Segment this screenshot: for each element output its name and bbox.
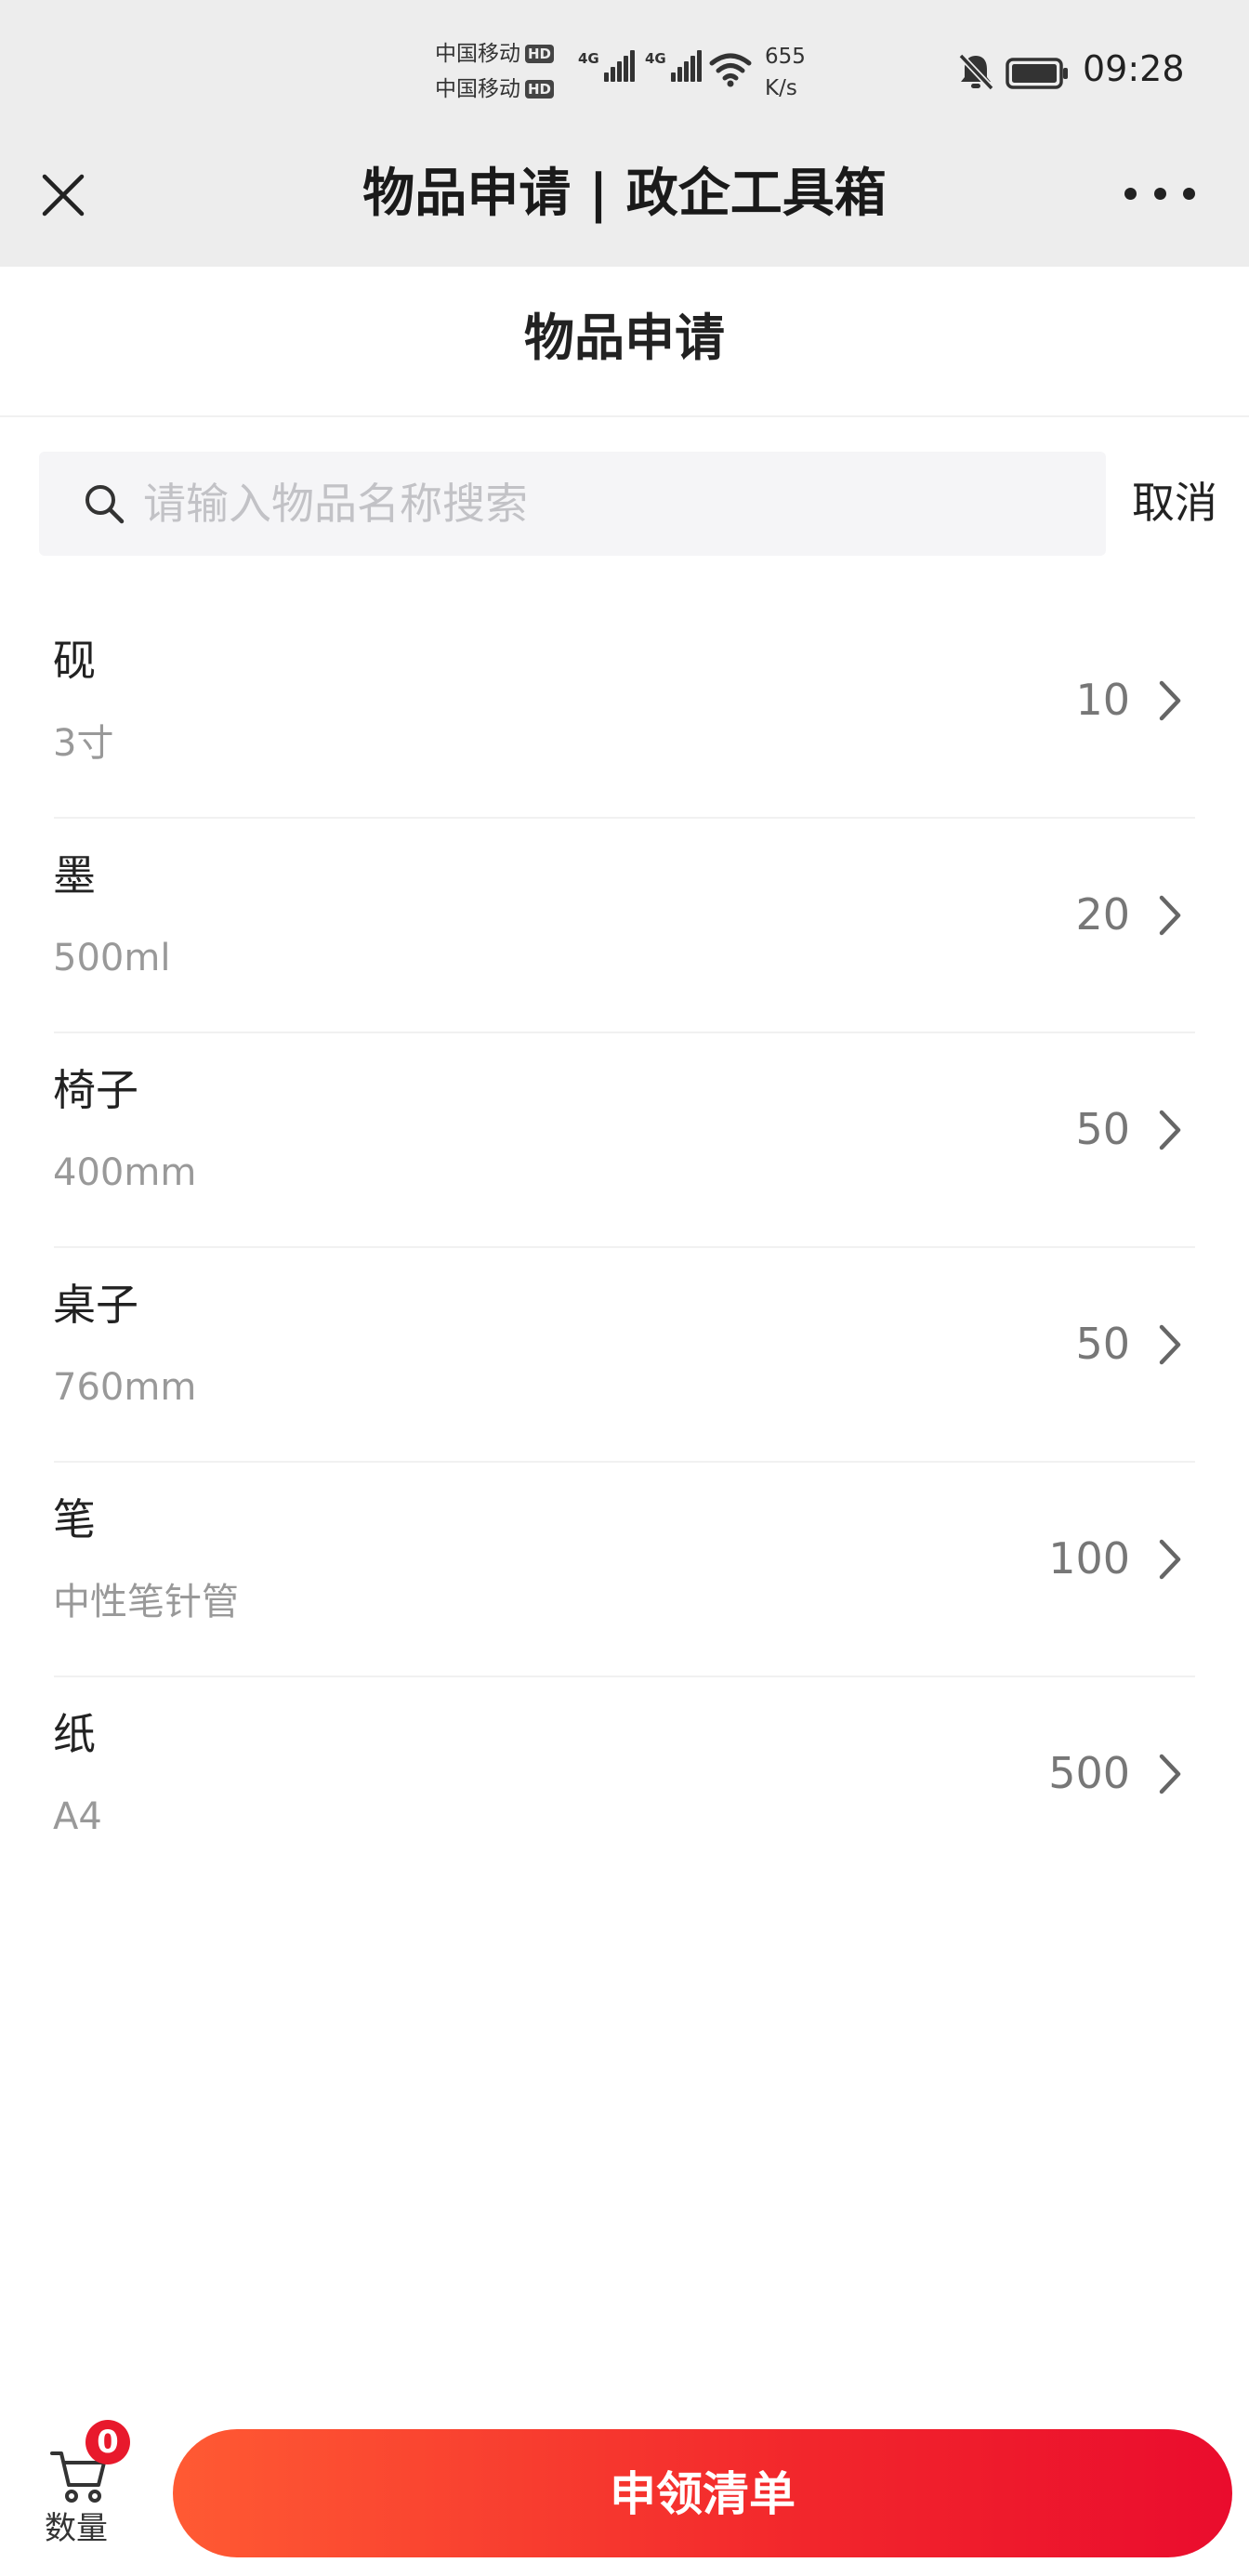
item-quantity: 10: [1075, 675, 1130, 725]
status-time: 09:28: [1083, 48, 1185, 89]
carrier-2: 中国移动 HD: [435, 76, 555, 102]
item-name: 椅子: [53, 1065, 138, 1115]
signal-icon: 4G: [645, 50, 702, 82]
signal-bar: [677, 67, 682, 82]
list-item[interactable]: 纸 A4 500: [0, 1677, 1249, 1892]
search-box[interactable]: [39, 452, 1106, 556]
item-quantity: 500: [1048, 1748, 1130, 1798]
signal-bar: [670, 72, 676, 82]
cancel-button[interactable]: 取消: [1132, 472, 1217, 533]
item-name: 笔: [53, 1494, 96, 1544]
hd-badge: HD: [525, 80, 555, 99]
network-speed-unit: K/s: [765, 76, 797, 100]
chevron-right-icon: [1159, 1754, 1181, 1794]
chevron-right-icon: [1159, 1110, 1181, 1150]
signal-bar: [603, 72, 609, 82]
close-icon[interactable]: [37, 169, 89, 221]
item-list: 砚 3寸 10 墨 500ml 20 椅子 400mm 50 桌子 760mm …: [0, 604, 1249, 1892]
item-name: 墨: [53, 850, 96, 900]
titlebar-title: 物品申请 | 政企工具箱: [362, 164, 887, 224]
bell-muted-icon: [958, 53, 994, 91]
signal-bar: [610, 67, 615, 82]
item-quantity: 50: [1075, 1104, 1130, 1154]
hd-badge: HD: [525, 45, 555, 63]
network-type-label: 4G: [578, 50, 599, 67]
page-header: 物品申请: [0, 267, 1249, 417]
signal-icon: 4G: [578, 50, 635, 82]
item-spec: 500ml: [53, 937, 171, 979]
signal-bar: [629, 50, 635, 82]
item-spec: 760mm: [53, 1366, 197, 1409]
item-name: 砚: [53, 636, 96, 686]
network-type-label: 4G: [645, 50, 666, 67]
search-icon: [85, 485, 125, 524]
signal-bar: [696, 50, 702, 82]
item-quantity: 50: [1075, 1319, 1130, 1369]
network-speed-value: 655: [765, 45, 806, 69]
item-name: 桌子: [53, 1280, 138, 1330]
cart-label: 数量: [45, 2510, 108, 2547]
apply-list-button[interactable]: 申领清单: [173, 2429, 1232, 2557]
signal-bar: [683, 61, 689, 82]
list-item[interactable]: 桌子 760mm 50: [0, 1248, 1249, 1463]
dot: [1183, 187, 1195, 200]
list-item[interactable]: 砚 3寸 10: [0, 604, 1249, 819]
list-item[interactable]: 墨 500ml 20: [0, 819, 1249, 1033]
item-spec: 中性笔针管: [53, 1581, 239, 1623]
search-input[interactable]: [143, 452, 1082, 556]
signal-bar: [690, 56, 695, 82]
status-bar: 中国移动 HD 中国移动 HD 4G 4G 655 K/s 09:28: [0, 0, 1249, 139]
signal-bar: [623, 56, 628, 82]
wifi-icon: [709, 53, 752, 87]
item-spec: 3寸: [53, 722, 114, 765]
battery-icon: [1006, 58, 1068, 89]
chevron-right-icon: [1159, 1324, 1181, 1365]
carrier-2-label: 中国移动: [435, 77, 520, 101]
cart-count-badge: 0: [85, 2420, 130, 2464]
item-quantity: 100: [1048, 1533, 1130, 1584]
item-name: 纸: [53, 1709, 96, 1759]
chevron-right-icon: [1159, 1539, 1181, 1580]
dot: [1153, 187, 1166, 200]
chevron-right-icon: [1159, 680, 1181, 721]
carrier-1: 中国移动 HD: [435, 41, 555, 67]
network-speed: 655 K/s: [765, 41, 806, 104]
item-quantity: 20: [1075, 889, 1130, 940]
list-item[interactable]: 椅子 400mm 50: [0, 1033, 1249, 1248]
dot: [1124, 187, 1137, 200]
item-spec: 400mm: [53, 1151, 197, 1194]
page-title: 物品申请: [524, 309, 725, 367]
item-spec: A4: [53, 1795, 102, 1838]
chevron-right-icon: [1159, 895, 1181, 936]
signal-bar: [616, 61, 622, 82]
list-item[interactable]: 笔 中性笔针管 100: [0, 1463, 1249, 1677]
carrier-1-label: 中国移动: [435, 42, 520, 66]
more-options-icon[interactable]: [1124, 182, 1195, 204]
